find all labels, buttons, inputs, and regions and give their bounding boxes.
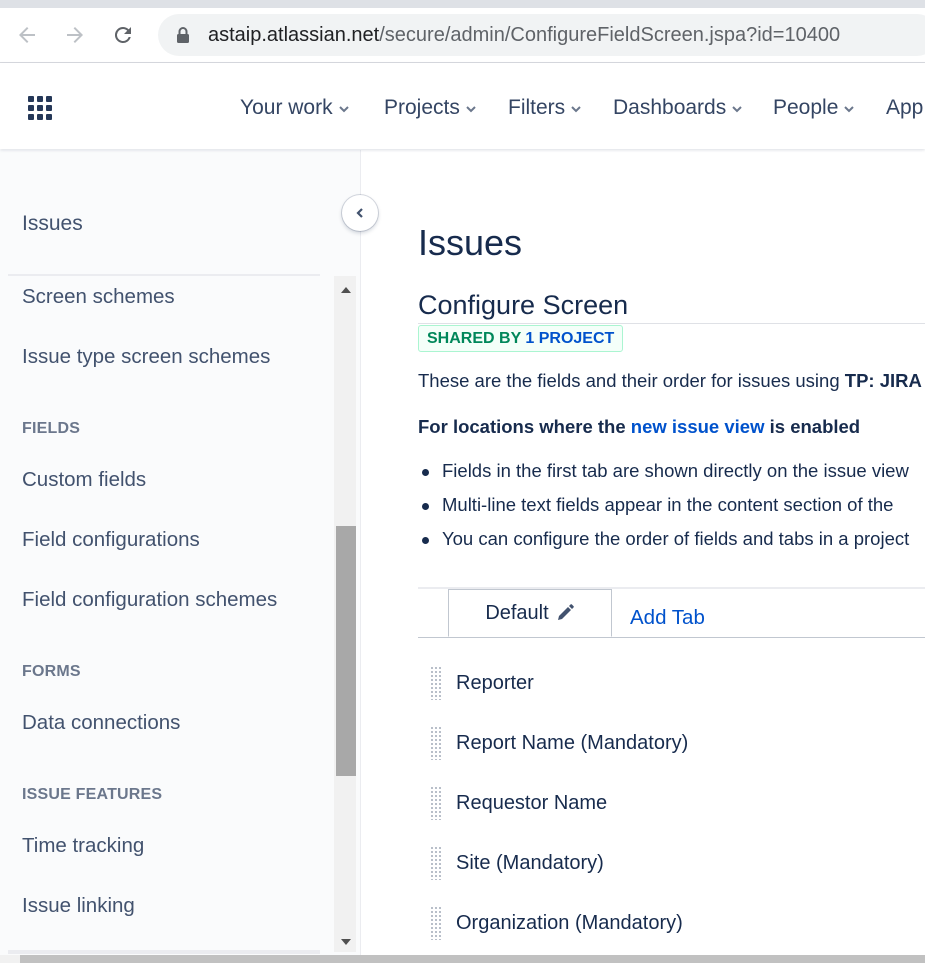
sidebar-item-data-connections[interactable]: Data connections — [22, 711, 180, 735]
chevron-left-icon — [356, 208, 363, 218]
browser-toolbar: astaip.atlassian.net/secure/admin/Config… — [0, 0, 925, 63]
field-label: Report Name (Mandatory) — [456, 731, 689, 754]
field-row[interactable]: Requestor Name — [430, 785, 607, 821]
tab-label: Default — [485, 601, 549, 624]
shared-by-badge[interactable]: SHARED BY 1 PROJECT — [418, 325, 624, 352]
nav-your-work[interactable]: Your work — [240, 96, 351, 120]
nav-filters[interactable]: Filters — [508, 96, 583, 120]
field-label: Site (Mandatory) — [456, 851, 604, 874]
badge-count: 1 PROJECT — [525, 330, 615, 347]
tab-default[interactable]: Default — [448, 589, 612, 637]
new-issue-view-link[interactable]: new issue view — [631, 416, 765, 437]
collapse-sidebar-button[interactable] — [342, 195, 378, 231]
drag-handle-icon[interactable] — [430, 906, 442, 940]
badge-prefix: SHARED BY — [427, 330, 526, 347]
chevron-down-icon — [844, 106, 855, 113]
chevron-down-icon — [338, 106, 349, 113]
nav-label: Filters — [508, 96, 566, 119]
section-title: Configure Screen — [418, 290, 629, 320]
url-text: astaip.atlassian.net/secure/admin/Config… — [208, 24, 840, 47]
nav-projects[interactable]: Projects — [384, 96, 478, 120]
note-suffix: is enabled — [764, 416, 861, 437]
screen-name: TP: JIRA — [844, 370, 922, 391]
field-row[interactable]: Reporter — [430, 665, 534, 701]
sidebar-item-field-configuration-schemes[interactable]: Field configuration schemes — [22, 588, 277, 612]
sidebar: Issues Screen schemes Issue type screen … — [0, 150, 361, 963]
sidebar-item-issue-linking[interactable]: Issue linking — [22, 894, 135, 918]
browser-tab-strip — [0, 0, 925, 8]
divider — [418, 323, 925, 324]
field-label: Reporter — [456, 671, 534, 694]
page-title: Issues — [418, 222, 523, 263]
scroll-down-arrow-icon[interactable] — [339, 934, 353, 952]
chevron-down-icon — [466, 106, 476, 113]
reload-icon[interactable] — [110, 22, 136, 48]
nav-label: Projects — [384, 96, 460, 119]
horizontal-scrollbar[interactable] — [0, 955, 925, 963]
top-navigation: Your work Projects Filters Dashboards Pe… — [0, 63, 925, 149]
new-issue-view-note: For locations where the new issue view i… — [418, 416, 860, 438]
app-switcher-icon[interactable] — [28, 96, 52, 120]
description-text: These are the fields and their order for… — [418, 370, 845, 391]
sidebar-item-screen-schemes[interactable]: Screen schemes — [22, 285, 175, 309]
list-item: You can configure the order of fields an… — [418, 528, 909, 562]
drag-handle-icon[interactable] — [430, 846, 442, 880]
divider — [418, 637, 925, 638]
divider — [8, 274, 320, 276]
sidebar-title: Issues — [22, 212, 83, 235]
nav-label: People — [773, 96, 839, 119]
sidebar-heading-fields: FIELDS — [22, 420, 81, 437]
field-label: Organization (Mandatory) — [456, 911, 683, 934]
url-path: /secure/admin/ConfigureFieldScreen.jspa?… — [379, 24, 841, 46]
forward-arrow-icon[interactable] — [62, 22, 88, 48]
url-host: astaip.atlassian.net — [208, 24, 380, 46]
chevron-down-icon — [732, 106, 742, 113]
address-bar[interactable]: astaip.atlassian.net/secure/admin/Config… — [158, 14, 925, 56]
field-row[interactable]: Site (Mandatory) — [430, 845, 604, 881]
drag-handle-icon[interactable] — [430, 666, 442, 700]
divider — [8, 950, 320, 954]
horizontal-scrollbar-thumb[interactable] — [20, 955, 925, 963]
nav-label: App — [886, 96, 924, 119]
sidebar-item-field-configurations[interactable]: Field configurations — [22, 528, 200, 552]
field-row[interactable]: Report Name (Mandatory) — [430, 725, 688, 761]
field-label: Requestor Name — [456, 791, 608, 814]
nav-label: Dashboards — [613, 96, 727, 119]
nav-people[interactable]: People — [773, 96, 856, 120]
list-item: Fields in the first tab are shown direct… — [418, 460, 909, 494]
sidebar-item-custom-fields[interactable]: Custom fields — [22, 468, 146, 492]
main-content: Issues Configure Screen SHARED BY 1 PROJ… — [362, 150, 925, 963]
sidebar-item-time-tracking[interactable]: Time tracking — [22, 834, 144, 858]
note-prefix: For locations where the — [418, 416, 631, 437]
drag-handle-icon[interactable] — [430, 726, 442, 760]
screen-description: These are the fields and their order for… — [418, 370, 922, 392]
sidebar-heading-issue-features: ISSUE FEATURES — [22, 786, 163, 803]
add-tab-link[interactable]: Add Tab — [630, 606, 705, 630]
lock-icon — [176, 26, 190, 49]
info-list: Fields in the first tab are shown direct… — [418, 460, 909, 562]
sidebar-item-issue-type-screen-schemes[interactable]: Issue type screen schemes — [22, 345, 270, 369]
drag-handle-icon[interactable] — [430, 786, 442, 820]
sidebar-heading-forms: FORMS — [22, 663, 81, 680]
nav-dashboards[interactable]: Dashboards — [613, 96, 744, 120]
nav-label: Your work — [240, 96, 333, 119]
chevron-down-icon — [571, 106, 581, 113]
pencil-icon[interactable] — [555, 603, 575, 623]
back-arrow-icon[interactable] — [14, 22, 40, 48]
list-item: Multi-line text fields appear in the con… — [418, 494, 909, 528]
nav-apps[interactable]: App — [886, 96, 923, 120]
scroll-up-arrow-icon[interactable] — [339, 282, 353, 300]
field-row[interactable]: Organization (Mandatory) — [430, 905, 683, 941]
sidebar-scrollbar-thumb[interactable] — [336, 526, 356, 776]
